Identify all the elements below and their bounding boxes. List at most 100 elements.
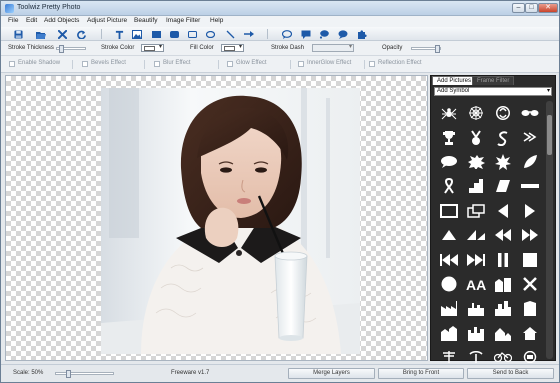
medal-icon[interactable] xyxy=(462,125,489,149)
save-icon[interactable] xyxy=(13,29,23,39)
slider-thumb[interactable] xyxy=(66,370,71,378)
factory-2-icon[interactable] xyxy=(462,296,489,320)
send-to-back-button[interactable]: Send to Back xyxy=(467,368,554,379)
thought-bubble-icon[interactable] xyxy=(319,29,329,39)
chevron-down-icon: ▾ xyxy=(238,44,242,50)
innerglow-effect-checkbox[interactable]: InnerGlow Effect xyxy=(298,60,351,69)
biohazard-icon[interactable] xyxy=(489,101,516,125)
scroll-thumb[interactable] xyxy=(547,115,552,155)
bring-to-front-button[interactable]: Bring to Front xyxy=(378,368,464,379)
text-icon[interactable] xyxy=(114,29,124,39)
merge-layers-button[interactable]: Merge Layers xyxy=(288,368,375,379)
spiderweb-icon[interactable] xyxy=(462,101,489,125)
rewind-icon[interactable] xyxy=(435,247,462,271)
menu-add-objects[interactable]: Add Objects xyxy=(44,17,79,24)
blur-effect-checkbox[interactable]: Blur Effect xyxy=(154,60,191,69)
glow-effect-checkbox[interactable]: Glow Effect xyxy=(227,60,267,69)
enable-shadow-checkbox[interactable]: Enable Shadow xyxy=(9,60,60,69)
tab-add-pictures[interactable]: Add Pictures xyxy=(432,76,477,85)
triangle-left-icon[interactable] xyxy=(489,199,516,223)
ribbon-icon[interactable] xyxy=(435,174,462,198)
dash-icon[interactable] xyxy=(516,174,543,198)
steps-icon[interactable] xyxy=(462,174,489,198)
callout-round-icon[interactable] xyxy=(338,29,348,39)
stroke-thickness-slider[interactable] xyxy=(56,45,86,53)
refresh-icon[interactable] xyxy=(76,29,86,39)
rounded-rectangle-icon[interactable] xyxy=(169,29,179,39)
close-button[interactable]: ✕ xyxy=(538,3,558,13)
speech-bubble-icon[interactable] xyxy=(282,29,292,39)
factory-4-icon[interactable] xyxy=(462,321,489,345)
double-arrow-left-icon[interactable] xyxy=(489,223,516,247)
triangle-right-icon[interactable] xyxy=(516,199,543,223)
bevels-effect-checkbox[interactable]: Bevels Effect xyxy=(82,60,126,69)
circle-icon[interactable] xyxy=(435,272,462,296)
trophy-icon[interactable] xyxy=(435,125,462,149)
slider-thumb[interactable] xyxy=(59,45,64,53)
aa-letters-icon[interactable]: AA xyxy=(462,272,489,296)
menu-beautify[interactable]: Beautify xyxy=(134,17,158,24)
app-window: Toolwiz Pretty Photo – □ ✕ File Edit Add… xyxy=(0,0,560,383)
chevrons-icon[interactable] xyxy=(516,125,543,149)
symbol-category-select[interactable]: Add Symbol ▾ xyxy=(434,87,552,96)
editing-canvas[interactable] xyxy=(5,75,428,361)
city-2-icon[interactable] xyxy=(489,296,516,320)
minimize-button[interactable]: – xyxy=(512,3,525,13)
fill-color-label: Fill Color xyxy=(190,45,214,51)
maximize-button[interactable]: □ xyxy=(525,3,538,13)
speech-oval-icon[interactable] xyxy=(435,150,462,174)
rectangle-outline-icon[interactable] xyxy=(187,29,197,39)
leaf-icon[interactable] xyxy=(516,150,543,174)
burst-icon[interactable] xyxy=(489,150,516,174)
fill-color-picker[interactable]: ▾ xyxy=(221,44,244,52)
factory-icon[interactable] xyxy=(435,296,462,320)
glasses-icon[interactable] xyxy=(516,101,543,125)
explosion-icon[interactable] xyxy=(462,150,489,174)
delete-icon[interactable] xyxy=(57,29,67,39)
stroke-dash-label: Stroke Dash xyxy=(271,45,305,51)
triangles-icon[interactable] xyxy=(462,223,489,247)
line-icon[interactable] xyxy=(225,29,235,39)
fast-forward-icon[interactable] xyxy=(462,247,489,271)
stroke-color-label: Stroke Color xyxy=(101,45,135,51)
puzzle-icon[interactable] xyxy=(357,29,367,39)
stroke-dash-select[interactable]: ▾ xyxy=(312,44,354,52)
callout-icon[interactable] xyxy=(301,29,311,39)
checkbox-box xyxy=(82,61,88,67)
opacity-slider[interactable] xyxy=(411,45,441,53)
stop-icon[interactable] xyxy=(516,247,543,271)
menu-help[interactable]: Help xyxy=(210,17,223,24)
spider-icon[interactable] xyxy=(435,101,462,125)
rectangle-icon[interactable] xyxy=(151,29,161,39)
zoom-slider[interactable] xyxy=(55,370,114,378)
ellipse-icon[interactable] xyxy=(205,29,215,39)
slider-thumb[interactable] xyxy=(435,45,440,53)
double-arrow-right-icon[interactable] xyxy=(516,223,543,247)
tools-icon[interactable] xyxy=(516,272,543,296)
menu-edit[interactable]: Edit xyxy=(26,17,37,24)
symbol-scrollbar[interactable] xyxy=(546,101,553,359)
menu-image-filter[interactable]: Image Filter xyxy=(166,17,200,24)
tab-frame-filter[interactable]: Frame Filter xyxy=(472,76,515,85)
factory-3-icon[interactable] xyxy=(435,321,462,345)
rectangle-outline-icon[interactable] xyxy=(435,199,462,223)
building-icon[interactable] xyxy=(516,296,543,320)
menu-adjust-picture[interactable]: Adjust Picture xyxy=(87,17,127,24)
city-icon[interactable] xyxy=(489,272,516,296)
pause-icon[interactable] xyxy=(489,247,516,271)
reflection-effect-checkbox[interactable]: Reflection Effect xyxy=(369,60,422,69)
windows-icon[interactable] xyxy=(462,199,489,223)
photo-layer[interactable] xyxy=(101,88,360,354)
image-icon[interactable] xyxy=(132,29,142,39)
effect-label: Reflection Effect xyxy=(378,60,422,66)
parallelogram-icon[interactable] xyxy=(489,174,516,198)
houses-icon[interactable] xyxy=(489,321,516,345)
swirl-icon[interactable] xyxy=(489,125,516,149)
home-icon[interactable] xyxy=(516,321,543,345)
menu-file[interactable]: File xyxy=(8,17,18,24)
triangle-up-icon[interactable] xyxy=(435,223,462,247)
stroke-color-picker[interactable]: ▾ xyxy=(141,44,164,52)
arrow-icon[interactable] xyxy=(244,29,254,39)
checkbox-box xyxy=(298,61,304,67)
open-icon[interactable] xyxy=(36,29,46,39)
